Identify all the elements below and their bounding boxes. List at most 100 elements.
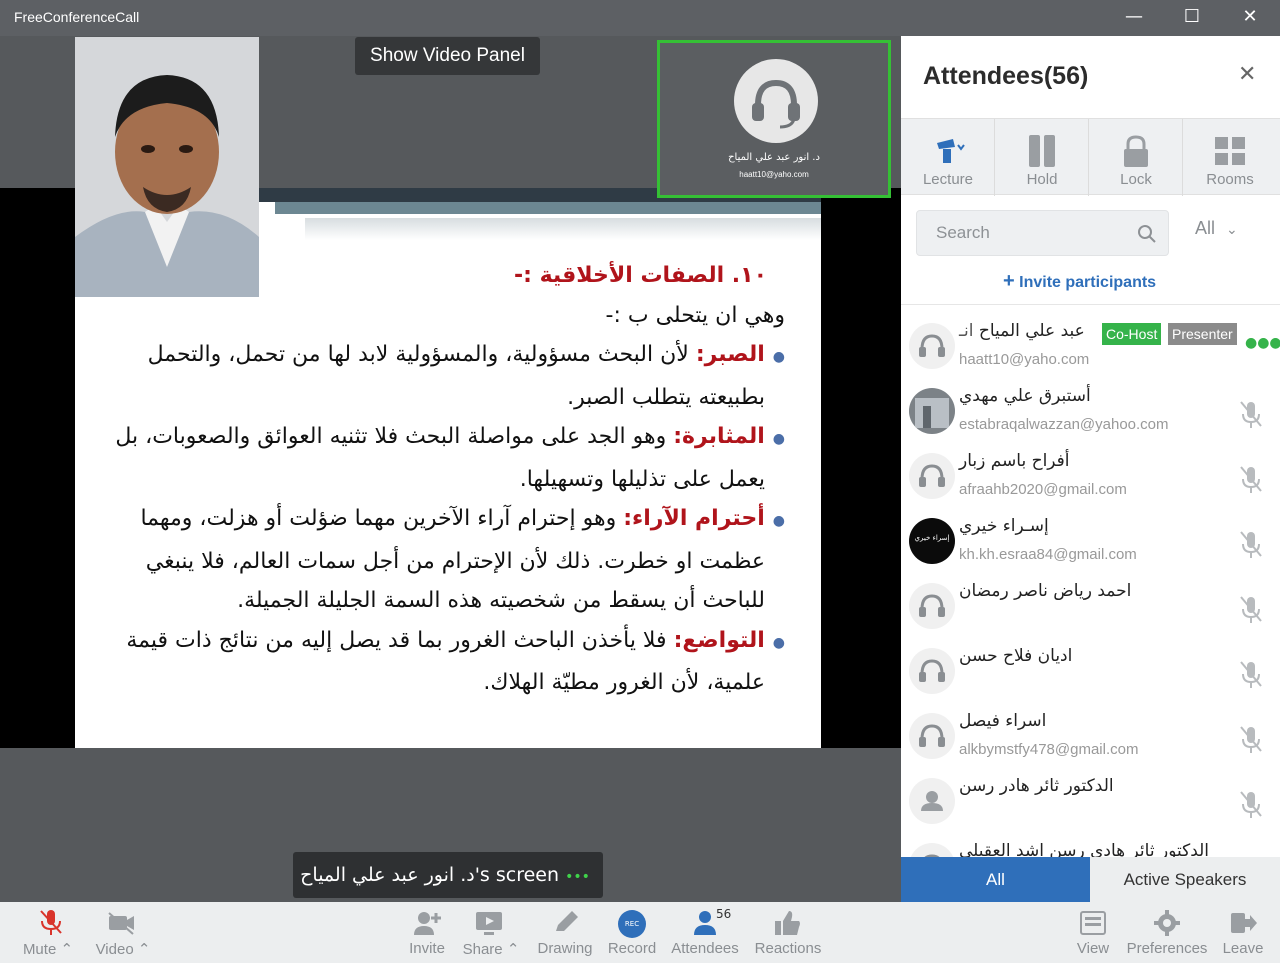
close-window-button[interactable]: ✕ <box>1222 0 1278 34</box>
lock-icon <box>1124 135 1148 167</box>
cohost-badge: Co-Host <box>1102 323 1162 345</box>
attendees-panel: Attendees(56) ✕ Lecture Hold Lock Rooms … <box>901 36 1280 902</box>
title-bar: FreeConferenceCall — ☐ ✕ <box>0 0 1280 36</box>
invite-button[interactable]: Invite <box>402 902 452 963</box>
panel-title: Attendees(56) <box>923 62 1089 90</box>
headset-avatar-icon <box>909 648 955 694</box>
presenter-video-photo <box>75 37 259 297</box>
active-dots-icon: ••• <box>565 869 590 885</box>
slide-content: ١٠. الصفات الأخلاقية :- وهي ان يتحلى ب :… <box>97 256 785 703</box>
drawing-button[interactable]: Drawing <box>532 902 598 963</box>
video-button[interactable]: Video ⌃ <box>88 902 158 963</box>
headset-avatar-icon <box>909 453 955 499</box>
pencil-icon <box>556 911 578 931</box>
leave-icon <box>1231 913 1257 933</box>
headset-avatar-icon <box>734 59 818 143</box>
lecture-icon <box>937 139 965 163</box>
chevron-down-icon: ⌄ <box>1226 221 1238 237</box>
slide-bullet: ●المثابرة: وهو الجد على مواصلة البحث فلا… <box>115 424 785 449</box>
reactions-button[interactable]: Reactions <box>750 902 826 963</box>
headset-avatar-icon <box>909 713 955 759</box>
attendee-tabs: All Active Speakers <box>901 857 1280 902</box>
attendee-filter-dropdown[interactable]: All ⌄ <box>1195 218 1238 239</box>
add-user-icon <box>414 912 441 935</box>
attendee-item[interactable]: الدكتور ثائر هادر رسن <box>901 760 1280 825</box>
gear-icon <box>1154 910 1180 936</box>
leave-button[interactable]: Leave <box>1218 902 1268 963</box>
share-button[interactable]: Share ⌃ <box>456 902 526 963</box>
speaking-dots-icon: ●●● <box>1245 335 1280 351</box>
record-button[interactable]: REC Record <box>604 902 660 963</box>
mic-muted-icon <box>1240 531 1262 558</box>
presenter-badge: Presenter <box>1168 323 1237 345</box>
plus-icon: + <box>1003 270 1015 292</box>
attendee-email: afraahb2020@gmail.com <box>959 481 1127 498</box>
window-title: FreeConferenceCall <box>14 9 140 25</box>
mic-muted-icon <box>1240 466 1262 493</box>
mic-muted-icon <box>40 910 62 935</box>
attendee-search-input[interactable]: Search <box>916 210 1169 256</box>
lecture-button[interactable]: Lecture <box>901 119 995 196</box>
headset-avatar-icon <box>909 583 955 629</box>
close-panel-icon[interactable]: ✕ <box>1238 62 1256 87</box>
chevron-up-icon: ⌃ <box>506 941 520 958</box>
attendee-email: estabraqalwazzan@yahoo.com <box>959 416 1169 433</box>
attendee-name: اديان فلاح حسن <box>959 646 1073 666</box>
attendee-item[interactable]: اسراء فيصل alkbymstfy478@gmail.com <box>901 695 1280 760</box>
attendee-item[interactable]: الدكتور ثائر هادي رسن اشد العقيلي <box>901 825 1280 857</box>
attendee-count-badge: 56 <box>716 907 732 921</box>
attendee-name: إسـراء خيري <box>959 516 1049 536</box>
attendee-name: عبد علي المياح انـ <box>959 321 1085 341</box>
attendee-email: haatt10@yaho.com <box>959 351 1090 368</box>
attendee-name: أستبرق علي مهدي <box>959 386 1091 406</box>
thumbs-up-icon <box>775 911 800 935</box>
panel-tools: Lecture Hold Lock Rooms <box>901 118 1280 196</box>
attendee-name: الدكتور ثائر هادي رسن اشد العقيلي <box>959 841 1210 857</box>
bottom-toolbar: Mute ⌃ Video ⌃ Invite Share ⌃ Drawing RE… <box>0 902 1280 963</box>
attendee-list: عبد علي المياح انـ Co-Host Presenter haa… <box>901 304 1280 857</box>
attendee-item[interactable]: اديان فلاح حسن <box>901 630 1280 695</box>
person-photo-icon <box>75 37 259 297</box>
lock-button[interactable]: Lock <box>1089 119 1183 196</box>
rooms-icon <box>1215 137 1245 165</box>
view-layout-icon <box>1080 911 1106 935</box>
slide-bullet: ●التواضع: فلا يأخذن الباحث الغرور بما قد… <box>126 627 785 653</box>
attendee-item[interactable]: أستبرق علي مهدي estabraqalwazzan@yahoo.c… <box>901 370 1280 435</box>
mic-muted-icon <box>1240 726 1262 753</box>
video-off-icon <box>108 912 134 935</box>
attendee-email: kh.kh.esraa84@gmail.com <box>959 546 1137 563</box>
attendees-button[interactable]: 56 Attendees <box>666 902 744 963</box>
view-button[interactable]: View <box>1070 902 1116 963</box>
show-video-panel-button[interactable]: Show Video Panel <box>355 37 540 75</box>
speaker-email: haatt10@yaho.com <box>739 170 809 179</box>
hold-button[interactable]: Hold <box>995 119 1089 196</box>
mic-muted-icon <box>1240 596 1262 623</box>
slide-bullet: ●أحترام الآراء: وهو إحترام آراء الآخرين … <box>140 506 785 531</box>
minimize-button[interactable]: — <box>1106 0 1162 34</box>
speaker-name: د. انور عبد علي المياح <box>728 152 820 163</box>
share-screen-icon <box>476 912 502 935</box>
attendee-name: احمد رياض ناصر رمضان <box>959 581 1132 601</box>
attendee-item[interactable]: عبد علي المياح انـ Co-Host Presenter haa… <box>901 305 1280 370</box>
mic-muted-icon <box>1240 401 1262 428</box>
record-icon: REC <box>618 910 646 938</box>
attendee-name: الدكتور ثائر هادر رسن <box>959 776 1114 796</box>
invite-participants-link[interactable]: + Invite participants <box>1003 270 1156 293</box>
slide-intro: وهي ان يتحلى ب :- <box>605 302 785 328</box>
mic-muted-icon <box>1240 791 1262 818</box>
mute-button[interactable]: Mute ⌃ <box>14 902 82 963</box>
attendee-item[interactable]: احمد رياض ناصر رمضان <box>901 565 1280 630</box>
headset-avatar-icon <box>909 843 955 857</box>
preferences-button[interactable]: Preferences <box>1124 902 1210 963</box>
attendee-item[interactable]: أفراح باسم زبار afraahb2020@gmail.com <box>901 435 1280 500</box>
tab-active-speakers[interactable]: Active Speakers <box>1090 857 1280 902</box>
mic-muted-icon <box>1240 661 1262 688</box>
rooms-button[interactable]: Rooms <box>1183 119 1280 196</box>
attendee-item[interactable]: إسراء خيري إسـراء خيري kh.kh.esraa84@gma… <box>901 500 1280 565</box>
search-icon <box>1138 225 1156 243</box>
active-speaker-tile[interactable]: د. انور عبد علي المياح haatt10@yaho.com <box>657 40 891 198</box>
user-photo-avatar: إسراء خيري <box>909 518 955 564</box>
maximize-button[interactable]: ☐ <box>1164 0 1220 34</box>
screen-share-label: د. انور عبد علي المياح's screen ••• <box>293 852 603 898</box>
tab-all[interactable]: All <box>901 857 1090 902</box>
